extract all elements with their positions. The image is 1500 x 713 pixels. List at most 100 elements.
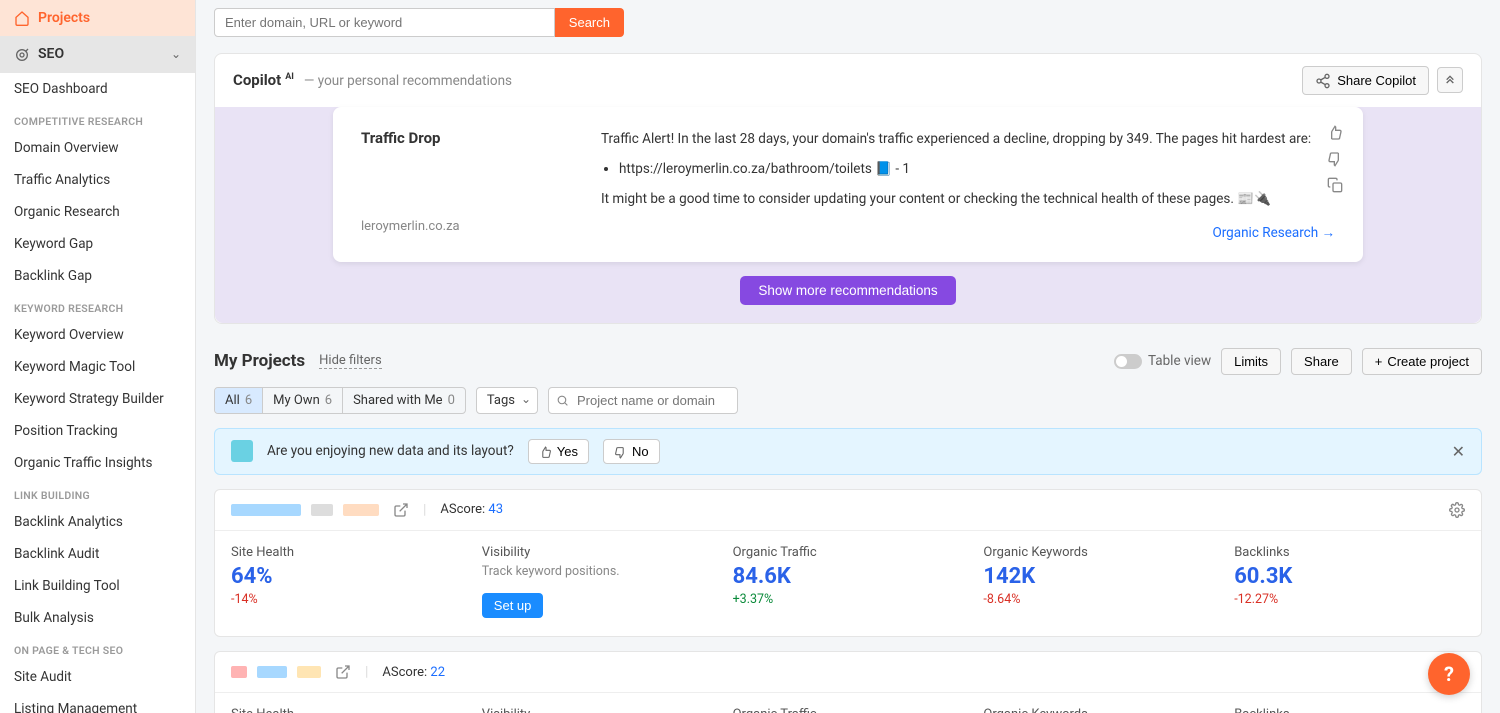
share-copilot-button[interactable]: Share Copilot: [1302, 66, 1429, 95]
nav-group-link: LINK BUILDING: [0, 479, 195, 506]
search-icon: [556, 392, 569, 408]
home-icon: [14, 10, 30, 26]
ascore-label: AScore: 43: [440, 502, 503, 517]
hide-filters-link[interactable]: Hide filters: [319, 353, 382, 369]
rec-title: Traffic Drop: [361, 129, 561, 147]
nav-organic-research[interactable]: Organic Research: [0, 196, 195, 228]
projects-header: My Projects Hide filters Table view Limi…: [214, 348, 1482, 375]
external-link-icon[interactable]: [393, 502, 409, 518]
search-input[interactable]: [214, 8, 555, 37]
nav-backlink-analytics[interactable]: Backlink Analytics: [0, 506, 195, 538]
feedback-no-button[interactable]: No: [603, 439, 660, 464]
tab-all[interactable]: All 6: [215, 388, 263, 413]
rec-body: Traffic Alert! In the last 28 days, your…: [601, 129, 1335, 244]
metric-organic-traffic: Organic Traffic 84.6K +3.37%: [733, 545, 964, 618]
metric-site-health: Site Health 64% -14%: [231, 545, 462, 618]
thumbs-up-icon[interactable]: [1327, 125, 1343, 141]
tab-my-own[interactable]: My Own 6: [263, 388, 343, 413]
content: Copilot AI — your personal recommendatio…: [196, 45, 1500, 713]
thumbs-down-icon: [614, 444, 627, 459]
tags-select[interactable]: Tags ⌄: [476, 387, 538, 414]
metric-organic-keywords: Organic Keywords 142K -8.64%: [983, 545, 1214, 618]
nav-domain-overview[interactable]: Domain Overview: [0, 132, 195, 164]
nav-seo-section[interactable]: SEO ⌄: [0, 36, 195, 72]
plus-icon: +: [1375, 354, 1383, 369]
nav-position-tracking[interactable]: Position Tracking: [0, 415, 195, 447]
topbar: Search: [196, 0, 1500, 45]
organic-research-link[interactable]: Organic Research →: [1212, 223, 1335, 243]
nav-organic-insights[interactable]: Organic Traffic Insights: [0, 447, 195, 479]
collapse-button[interactable]: [1437, 67, 1463, 93]
metric-visibility: Visibility Track keyword positions. Set …: [482, 707, 713, 713]
metric-site-health: Site Health Check domain's technical iss…: [231, 707, 462, 713]
feedback-yes-button[interactable]: Yes: [528, 439, 589, 464]
nav-traffic-analytics[interactable]: Traffic Analytics: [0, 164, 195, 196]
copy-icon[interactable]: [1327, 177, 1343, 193]
nav-site-audit[interactable]: Site Audit: [0, 661, 195, 693]
metric-organic-traffic: Organic Traffic 850 -17.23%: [733, 707, 964, 713]
nav-group-competitive: COMPETITIVE RESEARCH: [0, 105, 195, 132]
wave-icon: [231, 440, 253, 462]
main: Search Copilot AI — your personal recomm…: [196, 0, 1500, 713]
tab-group: All 6 My Own 6 Shared with Me 0: [214, 387, 466, 414]
toggle-switch[interactable]: [1114, 354, 1142, 369]
thumbs-up-icon: [539, 444, 552, 459]
table-view-toggle[interactable]: Table view: [1114, 353, 1211, 369]
nav-keyword-magic[interactable]: Keyword Magic Tool: [0, 351, 195, 383]
nav-group-keyword: KEYWORD RESEARCH: [0, 292, 195, 319]
ascore-value[interactable]: 43: [488, 502, 503, 517]
nav-keyword-gap[interactable]: Keyword Gap: [0, 228, 195, 260]
nav-listing-mgmt[interactable]: Listing Management: [0, 693, 195, 713]
nav-keyword-overview[interactable]: Keyword Overview: [0, 319, 195, 351]
setup-button[interactable]: Set up: [482, 593, 544, 618]
metric-backlinks: Backlinks 25.8K +42.19%: [1234, 707, 1465, 713]
ascore-label: AScore: 22: [382, 665, 445, 680]
help-icon: ?: [1444, 662, 1454, 686]
thumbs-down-icon[interactable]: [1327, 151, 1343, 167]
nav-projects[interactable]: Projects: [0, 0, 195, 36]
metric-backlinks: Backlinks 60.3K -12.27%: [1234, 545, 1465, 618]
metric-organic-keywords: Organic Keywords 404 -12.55%: [983, 707, 1214, 713]
share-button[interactable]: Share: [1291, 348, 1352, 375]
nav-backlink-gap[interactable]: Backlink Gap: [0, 260, 195, 292]
nav-bulk-analysis[interactable]: Bulk Analysis: [0, 602, 195, 634]
project-card: | AScore: 22 Site Health Check domain's …: [214, 651, 1482, 713]
copilot-card: Copilot AI — your personal recommendatio…: [214, 53, 1482, 324]
copilot-header: Copilot AI — your personal recommendatio…: [215, 54, 1481, 107]
feedback-text: Are you enjoying new data and its layout…: [267, 443, 514, 459]
close-icon[interactable]: ✕: [1452, 442, 1465, 461]
nav-backlink-audit[interactable]: Backlink Audit: [0, 538, 195, 570]
sidebar: Projects SEO ⌄ SEO Dashboard COMPETITIVE…: [0, 0, 196, 713]
nav-group-onpage: ON PAGE & TECH SEO: [0, 634, 195, 661]
show-more-button[interactable]: Show more recommendations: [740, 276, 955, 305]
search-button[interactable]: Search: [555, 8, 624, 37]
search-box: Search: [214, 8, 624, 37]
feedback-banner: Are you enjoying new data and its layout…: [214, 428, 1482, 475]
nav-projects-label: Projects: [38, 10, 90, 26]
project-name[interactable]: [231, 504, 379, 516]
copilot-sub: — your personal recommendations: [304, 73, 512, 89]
nav-seo-dashboard[interactable]: SEO Dashboard: [0, 73, 195, 105]
ascore-value[interactable]: 22: [430, 665, 445, 680]
project-name[interactable]: [231, 666, 321, 678]
chevron-down-icon: ⌄: [521, 392, 531, 406]
nav-link-building[interactable]: Link Building Tool: [0, 570, 195, 602]
rec-domain: leroymerlin.co.za: [361, 219, 561, 234]
gear-icon[interactable]: [1449, 502, 1465, 518]
target-icon: [14, 46, 30, 62]
create-project-button[interactable]: + Create project: [1362, 348, 1482, 375]
nav-seo-label: SEO: [38, 46, 64, 62]
copilot-ai-badge: AI: [285, 72, 294, 82]
recommendation-card: Traffic Drop leroymerlin.co.za Traffic A…: [333, 107, 1363, 262]
filter-row: All 6 My Own 6 Shared with Me 0 Tags ⌄: [214, 387, 1482, 414]
help-button[interactable]: ?: [1428, 653, 1470, 695]
share-icon: [1315, 72, 1331, 89]
tab-shared[interactable]: Shared with Me 0: [343, 388, 465, 413]
project-card: | AScore: 43 Site Health 64% -14%: [214, 489, 1482, 637]
copilot-name: Copilot: [233, 71, 281, 89]
limits-button[interactable]: Limits: [1221, 348, 1281, 375]
nav-keyword-strategy[interactable]: Keyword Strategy Builder: [0, 383, 195, 415]
external-link-icon[interactable]: [335, 664, 351, 680]
project-filter-input[interactable]: [548, 387, 738, 414]
my-projects-title: My Projects: [214, 351, 305, 371]
